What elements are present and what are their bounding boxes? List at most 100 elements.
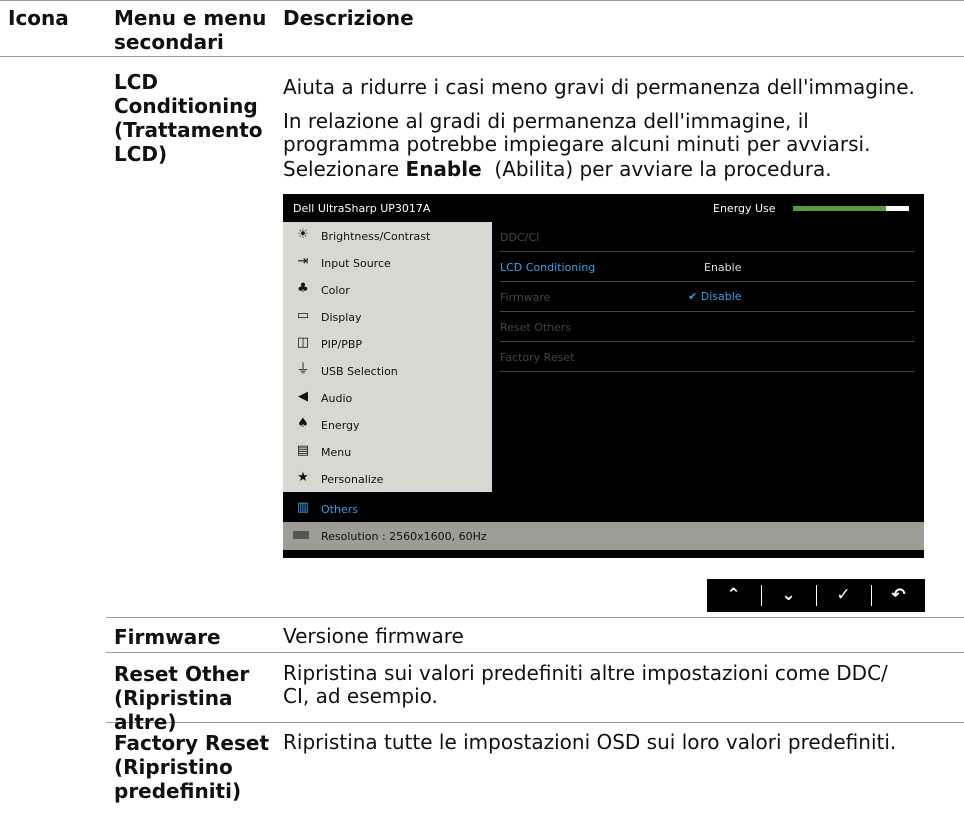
menu-icon: ▤ [296,443,310,458]
connector-icon [293,531,309,539]
resolution-text: Resolution : 2560x1600, 60Hz [321,530,487,543]
osd-option-value[interactable]: Enable [704,261,741,274]
energy-use-bar [793,206,909,211]
ok-button[interactable]: ✓ [817,579,870,612]
lcd-desc-line: In relazione al gradi di permanenza dell… [283,109,809,133]
back-button[interactable]: ↶ [872,579,925,612]
osd-menu-label: Audio [321,392,353,405]
energy-use-label: Energy Use [713,202,776,215]
factory-reset-desc: Ripristina tutte le impostazioni OSD sui… [283,730,897,754]
osd-menu-item[interactable]: ⇥ Input Source [283,249,492,276]
audio-icon: ◀ [298,389,308,404]
osd-menu-label: Menu [321,446,352,459]
osd-menu-item[interactable]: ♣ Color [283,276,492,303]
display-icon: ▭ [296,308,310,323]
lcd-desc-3-post: (Abilita) per avviare la procedura. [481,157,832,181]
reset-other-desc: Ripristina sui valori predefiniti altre … [283,662,888,708]
osd-option-value-text: Enable [704,261,742,274]
osd-menu-item[interactable]: ⏚ USB Selection [283,357,492,384]
osd-menu-item-others[interactable]: ▥ Others [283,495,492,522]
header-menu-line1: Menu e menu [114,6,267,30]
osd-title: Dell UltraSharp UP3017A [293,202,431,215]
osd-option-label: Reset Others [500,321,572,334]
osd-option[interactable]: DDC/CI [500,222,915,252]
osd-menu-label: Color [321,284,350,297]
brightness-icon: ☀ [297,227,309,242]
lcd-desc-2: In relazione al gradi di permanenza dell… [283,110,870,156]
osd-menu-label: Display [321,311,362,324]
factory-reset-line: predefiniti) [114,779,242,803]
osd-option-divider [500,371,915,372]
osd-menu-label: Energy [321,419,360,432]
osd-title-bar: Dell UltraSharp UP3017A Energy Use [283,194,924,222]
osd-option-label: LCD Conditioning [500,261,596,274]
reset-other-line: Reset Other [114,662,250,686]
osd-option-label: Firmware [500,291,551,304]
lcd-name-line: LCD) [114,142,168,166]
header-icon: Icona [8,6,69,30]
header-menu: Menu e menu secondari [114,6,266,54]
header-desc: Descrizione [283,6,414,30]
reset-other-desc-line: Ripristina sui valori predefiniti altre … [283,661,888,685]
lcd-conditioning-name: LCD Conditioning (Trattamento LCD) [114,70,263,166]
osd-option-label: DDC/CI [500,231,540,244]
factory-reset-line: Factory Reset [114,731,269,755]
osd-menu-label: Brightness/Contrast [321,230,431,243]
osd-menu-item[interactable]: ▤ Menu [283,438,492,465]
osd-menu: Dell UltraSharp UP3017A Energy Use ☀ Brig… [283,194,924,558]
osd-menu-label: Input Source [321,257,391,270]
reset-other-line: (Ripristina [114,686,233,710]
up-button[interactable]: ⌃ [707,579,760,612]
lcd-name-line: Conditioning [114,94,258,118]
osd-option[interactable]: Reset Others [500,312,915,342]
input-source-icon: ⇥ [297,254,309,269]
osd-option[interactable]: Firmware ✔ Disable [500,282,915,312]
lcd-desc-line: programma potrebbe impiegare alcuni minu… [283,132,871,156]
osd-menu-label: USB Selection [321,365,398,378]
factory-reset-name: Factory Reset (Ripristino predefiniti) [114,731,269,803]
energy-icon: ♠ [297,416,309,431]
lcd-name-line: LCD [114,70,159,94]
osd-main-menu: ☀ Brightness/Contrast ⇥ Input Source ♣ Color ▭… [283,222,492,492]
lcd-desc-3-pre: Selezionare [283,157,406,181]
lcd-desc-3: Selezionare Enable (Abilita) per avviare… [283,158,832,181]
osd-menu-item[interactable]: ♠ Energy [283,411,492,438]
header-menu-line2: secondari [114,30,224,54]
down-button[interactable]: ⌄ [762,579,815,612]
osd-submenu: DDC/CI LCD Conditioning Enable Firmware ✔ Di… [492,222,924,522]
color-icon: ♣ [297,281,309,296]
others-icon: ▥ [296,500,310,515]
osd-status-bar: Resolution : 2560x1600, 60Hz [283,522,924,550]
pip-pbp-icon: ◫ [296,335,310,350]
osd-menu-item[interactable]: ◫ PIP/PBP [283,330,492,357]
osd-option-value-selected[interactable]: ✔ Disable [688,290,742,303]
osd-menu-label: Others [321,503,358,516]
usb-selection-icon: ⏚ [296,362,310,377]
energy-use-fill [793,206,886,211]
osd-menu-item[interactable]: ◀ Audio [283,384,492,411]
osd-nav-buttons: ⌃ ⌄ ✓ ↶ [707,579,925,612]
firmware-name: Firmware [114,625,221,649]
row-rule [106,617,964,618]
lcd-desc-1: Aiuta a ridurre i casi meno gravi di per… [283,75,915,99]
reset-other-name: Reset Other (Ripristina altre) [114,662,249,734]
check-icon: ✔ [688,290,701,303]
osd-menu-item[interactable]: ▭ Display [283,303,492,330]
osd-option-value-text: Disable [700,290,742,303]
osd-menu-label: Personalize [321,473,384,486]
osd-menu-label: PIP/PBP [321,338,363,351]
factory-reset-line: (Ripristino [114,755,233,779]
header-rule [0,56,964,57]
osd-menu-item[interactable]: ★ Personalize [283,465,492,492]
row-rule [106,652,964,653]
enable-keyword: Enable [405,157,482,181]
osd-option-label: Factory Reset [500,351,575,364]
osd-menu-item[interactable]: ☀ Brightness/Contrast [283,222,492,249]
osd-option[interactable]: LCD Conditioning Enable [500,252,915,282]
lcd-name-line: (Trattamento [114,118,263,142]
osd-option[interactable]: Factory Reset [500,342,915,372]
star-icon: ★ [297,470,309,485]
top-rule [0,0,964,1]
reset-other-desc-line: CI, ad esempio. [283,684,438,708]
firmware-desc: Versione firmware [283,624,464,648]
